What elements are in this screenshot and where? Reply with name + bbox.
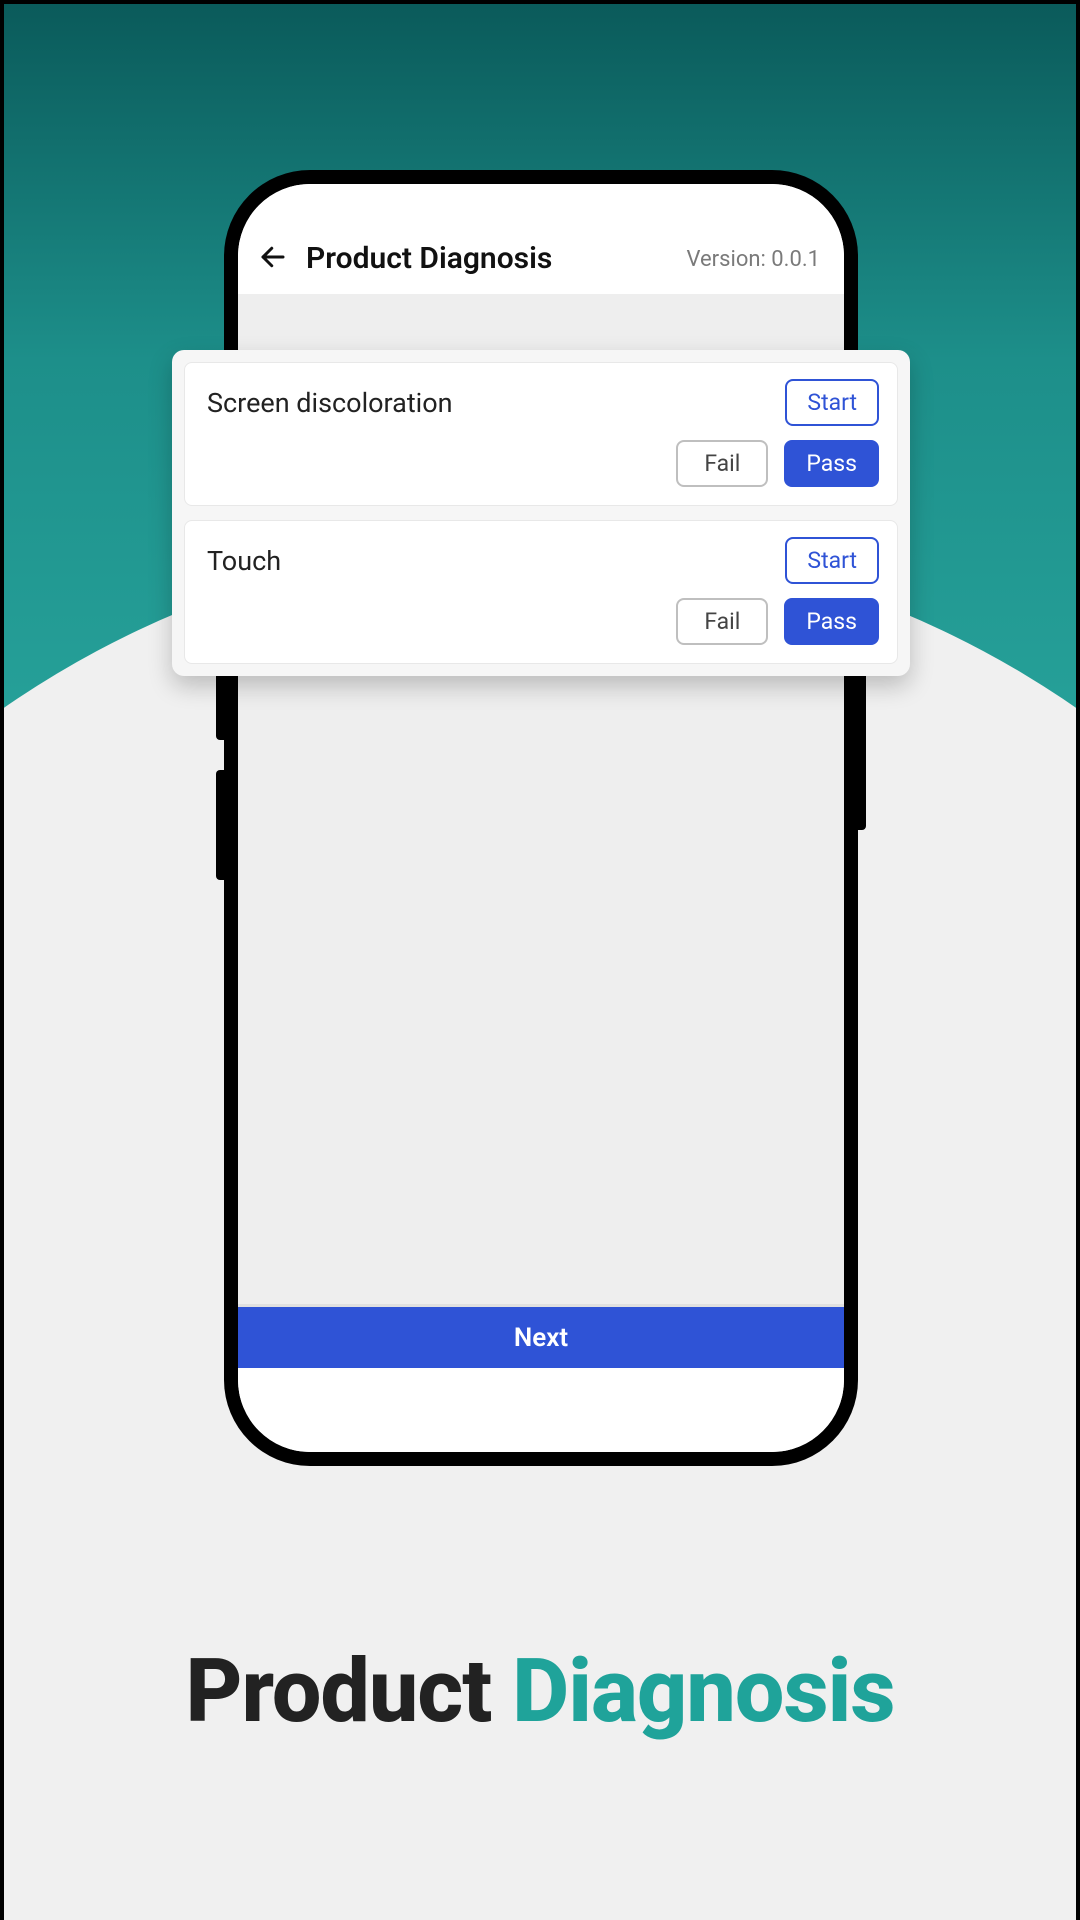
pass-button-label: Pass [806,608,857,635]
frame-edge [0,0,4,1920]
test-cards-panel: Screen discoloration Start Fail Pass Tou… [172,350,910,676]
pass-button[interactable]: Pass [784,440,879,487]
fail-button[interactable]: Fail [676,598,768,645]
caption-word-2: Diagnosis [512,1640,894,1743]
card-actions-row: Fail Pass [207,598,879,645]
version-label: Version: 0.0.1 [686,247,820,272]
frame-edge [0,0,1080,4]
pass-button-label: Pass [806,450,857,477]
frame-edge [1076,0,1080,1920]
test-card: Touch Start Fail Pass [184,520,898,664]
back-arrow-icon[interactable] [256,240,290,274]
test-title: Touch [207,545,281,577]
page-title: Product Diagnosis [306,241,552,276]
test-card: Screen discoloration Start Fail Pass [184,362,898,506]
app-bar: Product Diagnosis Version: 0.0.1 [238,184,844,294]
start-button[interactable]: Start [785,379,879,426]
next-button[interactable]: Next [238,1304,844,1368]
phone-side-button [858,660,866,830]
marketing-caption: Product Diagnosis [0,1640,1080,1743]
test-title: Screen discoloration [207,387,453,419]
fail-button[interactable]: Fail [676,440,768,487]
next-button-label: Next [514,1323,568,1353]
start-button-label: Start [807,547,857,574]
start-button-label: Start [807,389,857,416]
fail-button-label: Fail [704,608,740,635]
pass-button[interactable]: Pass [784,598,879,645]
card-header-row: Screen discoloration Start [207,379,879,426]
caption-word-1: Product [185,1640,491,1743]
bottom-spacer [238,1368,844,1452]
card-header-row: Touch Start [207,537,879,584]
card-actions-row: Fail Pass [207,440,879,487]
stage: Product Diagnosis Version: 0.0.1 Next Sc… [0,0,1080,1920]
fail-button-label: Fail [704,450,740,477]
start-button[interactable]: Start [785,537,879,584]
phone-side-button [216,770,224,880]
